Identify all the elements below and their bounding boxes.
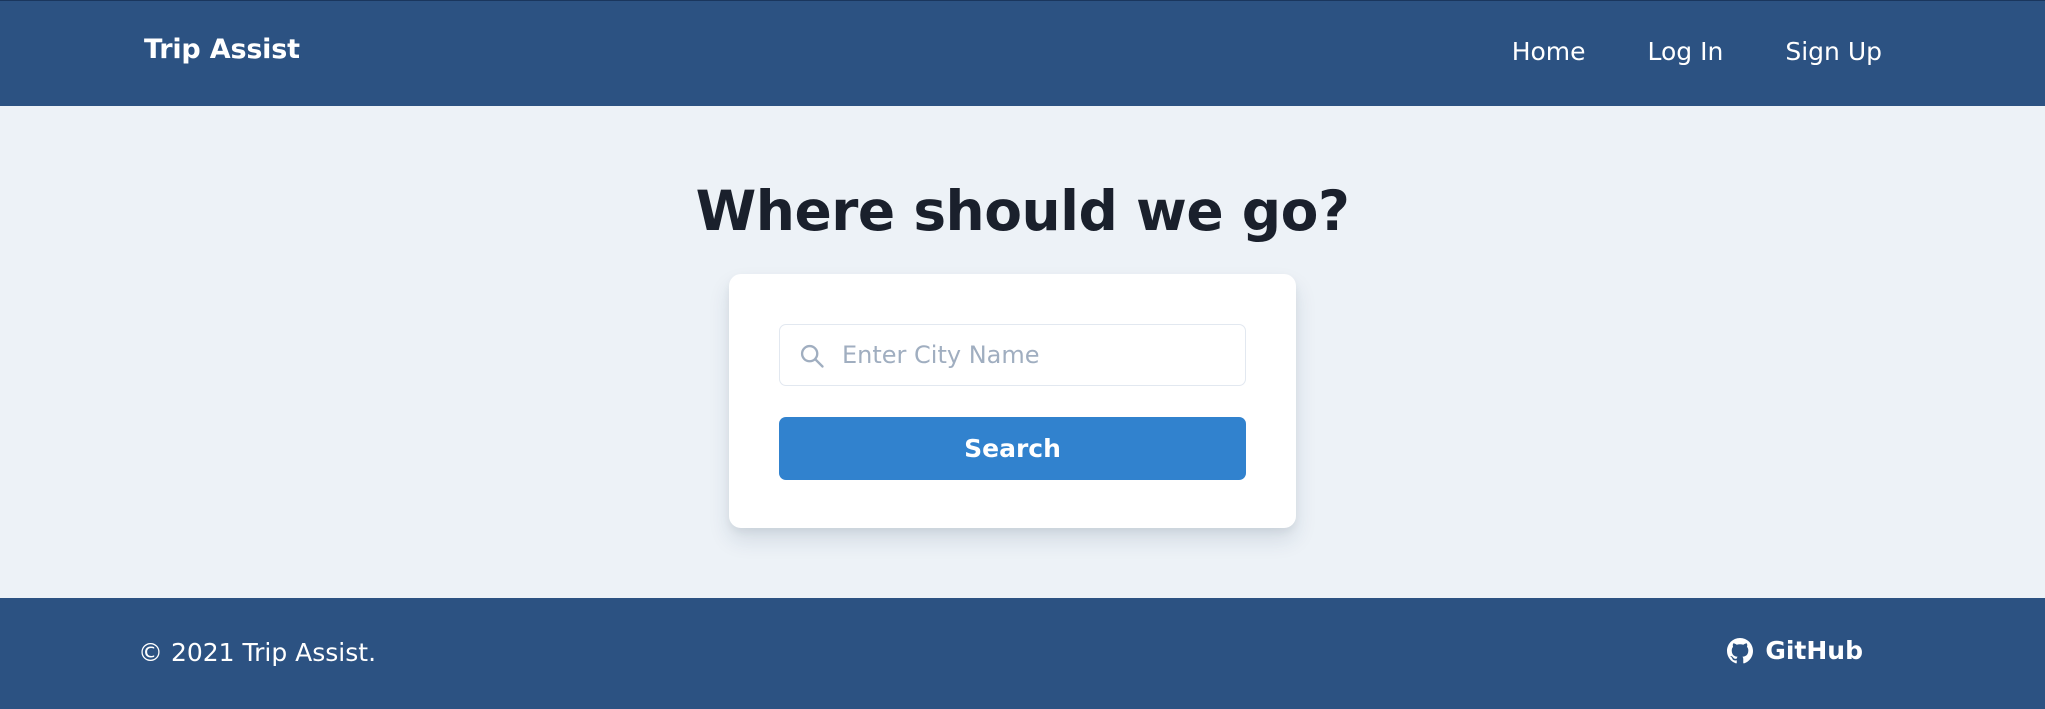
nav-link-log-in[interactable]: Log In	[1648, 37, 1724, 66]
brand-logo-link[interactable]: Trip Assist	[144, 34, 300, 65]
search-icon	[800, 344, 824, 368]
main-content: Where should we go? Search	[0, 106, 2045, 598]
nav-link-sign-up[interactable]: Sign Up	[1785, 37, 1882, 66]
city-search-input[interactable]	[842, 325, 1237, 385]
search-card: Search	[729, 274, 1296, 528]
search-field[interactable]	[779, 324, 1246, 386]
github-label: GitHub	[1765, 636, 1863, 665]
copyright-text: © 2021 Trip Assist.	[138, 638, 377, 667]
footer: © 2021 Trip Assist. GitHub	[0, 598, 2045, 709]
github-link[interactable]: GitHub	[1727, 636, 1863, 665]
github-icon	[1727, 637, 1754, 663]
page-title: Where should we go?	[695, 179, 1350, 243]
nav-links: Home Log In Sign Up	[1512, 37, 1882, 66]
search-button[interactable]: Search	[779, 417, 1246, 480]
nav-link-home[interactable]: Home	[1512, 37, 1586, 66]
navbar: Trip Assist Home Log In Sign Up	[0, 0, 2045, 106]
